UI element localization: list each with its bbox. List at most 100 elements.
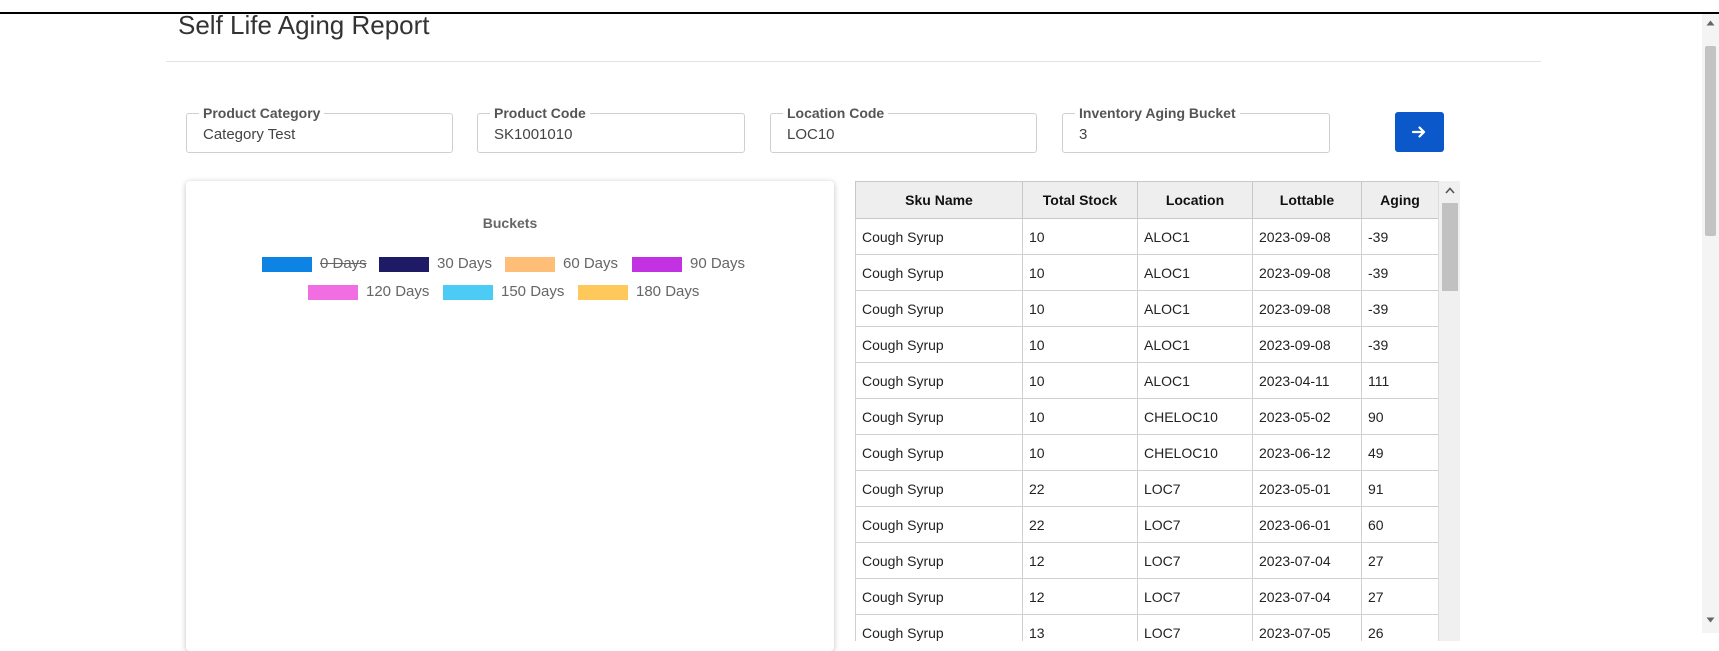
column-header-aging[interactable]: Aging: [1361, 181, 1439, 219]
column-header-lottable[interactable]: Lottable: [1252, 181, 1362, 219]
aging-table-container: Sku Name Total Stock Location Lottable A…: [855, 181, 1460, 641]
location-cell: CHELOC10: [1137, 398, 1253, 435]
page-scroll-up-icon[interactable]: [1706, 20, 1715, 26]
aging-cell: 49: [1361, 434, 1439, 471]
table-row[interactable]: Cough Syrup 22 LOC7 2023-05-01 91: [855, 470, 1439, 507]
location-code-value[interactable]: LOC10: [787, 126, 835, 143]
total-stock-cell: 10: [1022, 398, 1138, 435]
scroll-up-icon[interactable]: [1445, 187, 1455, 194]
submit-filters-button[interactable]: [1395, 112, 1444, 152]
location-cell: ALOC1: [1137, 362, 1253, 399]
legend-label: 90 Days: [690, 255, 746, 272]
lottable-cell: 2023-07-05: [1252, 614, 1362, 641]
legend-swatch: [308, 285, 358, 300]
sku-name-cell: Cough Syrup: [855, 578, 1023, 615]
lottable-cell: 2023-07-04: [1252, 542, 1362, 579]
column-header-location[interactable]: Location: [1137, 181, 1253, 219]
product-category-value[interactable]: Category Test: [203, 126, 295, 143]
location-cell: ALOC1: [1137, 326, 1253, 363]
title-divider: [166, 61, 1541, 62]
table-row[interactable]: Cough Syrup 10 ALOC1 2023-09-08 -39: [855, 290, 1439, 327]
total-stock-cell: 10: [1022, 254, 1138, 291]
table-scrollbar[interactable]: [1438, 181, 1460, 641]
sku-name-cell: Cough Syrup: [855, 434, 1023, 471]
aging-cell: -39: [1361, 218, 1439, 255]
aging-cell: 27: [1361, 578, 1439, 615]
total-stock-cell: 10: [1022, 326, 1138, 363]
table-row[interactable]: Cough Syrup 10 ALOC1 2023-04-11 111: [855, 362, 1439, 399]
legend-swatch: [443, 285, 493, 300]
location-cell: LOC7: [1137, 614, 1253, 641]
sku-name-cell: Cough Syrup: [855, 506, 1023, 543]
legend-swatch: [379, 257, 429, 272]
lottable-cell: 2023-09-08: [1252, 218, 1362, 255]
sku-name-cell: Cough Syrup: [855, 470, 1023, 507]
total-stock-cell: 10: [1022, 218, 1138, 255]
legend-label: 180 Days: [636, 283, 700, 300]
total-stock-cell: 22: [1022, 470, 1138, 507]
lottable-cell: 2023-05-02: [1252, 398, 1362, 435]
total-stock-cell: 12: [1022, 542, 1138, 579]
chart-title: Buckets: [482, 215, 538, 231]
legend-label: 120 Days: [366, 283, 430, 300]
product-code-value[interactable]: SK1001010: [494, 126, 572, 143]
table-row[interactable]: Cough Syrup 13 LOC7 2023-07-05 26: [855, 614, 1439, 641]
table-row[interactable]: Cough Syrup 10 ALOC1 2023-09-08 -39: [855, 218, 1439, 255]
sku-name-cell: Cough Syrup: [855, 614, 1023, 641]
aging-cell: 91: [1361, 470, 1439, 507]
page-scrollbar-thumb[interactable]: [1705, 46, 1716, 236]
table-scrollbar-thumb[interactable]: [1442, 203, 1458, 291]
aging-cell: -39: [1361, 290, 1439, 327]
table-row[interactable]: Cough Syrup 10 ALOC1 2023-09-08 -39: [855, 254, 1439, 291]
sku-name-cell: Cough Syrup: [855, 362, 1023, 399]
total-stock-cell: 12: [1022, 578, 1138, 615]
legend-swatch: [505, 257, 555, 272]
aging-table: Sku Name Total Stock Location Lottable A…: [855, 181, 1439, 641]
table-row[interactable]: Cough Syrup 12 LOC7 2023-07-04 27: [855, 542, 1439, 579]
location-code-field[interactable]: Location Code LOC10: [770, 105, 1037, 153]
aging-cell: 111: [1361, 362, 1439, 399]
column-header-sku-name[interactable]: Sku Name: [855, 181, 1023, 219]
column-header-total-stock[interactable]: Total Stock: [1022, 181, 1138, 219]
table-row[interactable]: Cough Syrup 10 CHELOC10 2023-06-12 49: [855, 434, 1439, 471]
table-header-row: Sku Name Total Stock Location Lottable A…: [855, 181, 1439, 219]
total-stock-cell: 10: [1022, 290, 1138, 327]
aging-cell: -39: [1361, 326, 1439, 363]
lottable-cell: 2023-05-01: [1252, 470, 1362, 507]
location-cell: LOC7: [1137, 470, 1253, 507]
sku-name-cell: Cough Syrup: [855, 254, 1023, 291]
inventory-aging-bucket-label: Inventory Aging Bucket: [1075, 105, 1240, 121]
location-cell: ALOC1: [1137, 290, 1253, 327]
product-code-field[interactable]: Product Code SK1001010: [477, 105, 745, 153]
arrow-right-icon: [1411, 126, 1426, 138]
legend-label: 60 Days: [563, 255, 619, 272]
lottable-cell: 2023-09-08: [1252, 326, 1362, 363]
table-row[interactable]: Cough Syrup 22 LOC7 2023-06-01 60: [855, 506, 1439, 543]
sku-name-cell: Cough Syrup: [855, 290, 1023, 327]
location-cell: LOC7: [1137, 506, 1253, 543]
page-scrollbar[interactable]: [1702, 14, 1719, 633]
aging-cell: 60: [1361, 506, 1439, 543]
lottable-cell: 2023-09-08: [1252, 254, 1362, 291]
sku-name-cell: Cough Syrup: [855, 542, 1023, 579]
location-code-label: Location Code: [783, 105, 889, 121]
table-row[interactable]: Cough Syrup 10 CHELOC10 2023-05-02 90: [855, 398, 1439, 435]
aging-cell: -39: [1361, 254, 1439, 291]
lottable-cell: 2023-04-11: [1252, 362, 1362, 399]
page-scroll-down-icon[interactable]: [1706, 617, 1715, 623]
product-category-field[interactable]: Product Category Category Test: [186, 105, 453, 153]
sku-name-cell: Cough Syrup: [855, 326, 1023, 363]
legend-swatch: [262, 257, 312, 272]
aging-chart-card: Buckets 0 Days 30 Days 60 Days 90 Days 120 D…: [186, 181, 834, 651]
legend-label: 30 Days: [437, 255, 493, 272]
sku-name-cell: Cough Syrup: [855, 398, 1023, 435]
table-row[interactable]: Cough Syrup 12 LOC7 2023-07-04 27: [855, 578, 1439, 615]
inventory-aging-bucket-field[interactable]: Inventory Aging Bucket 3: [1062, 105, 1330, 153]
inventory-aging-bucket-value[interactable]: 3: [1079, 126, 1087, 143]
aging-cell: 26: [1361, 614, 1439, 641]
location-cell: LOC7: [1137, 578, 1253, 615]
aging-cell: 27: [1361, 542, 1439, 579]
location-cell: LOC7: [1137, 542, 1253, 579]
table-row[interactable]: Cough Syrup 10 ALOC1 2023-09-08 -39: [855, 326, 1439, 363]
lottable-cell: 2023-06-12: [1252, 434, 1362, 471]
